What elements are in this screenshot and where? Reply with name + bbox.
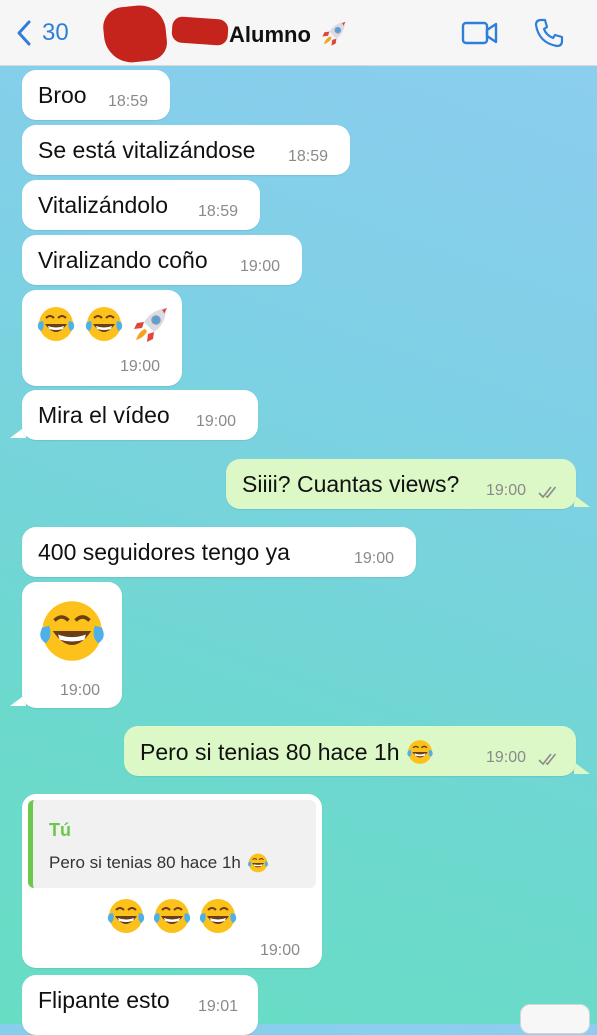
message-bubble[interactable]: Vitalizándolo 18:59 [22, 180, 260, 230]
message-text: Siiii? Cuantas views? [242, 471, 460, 497]
message-time: 18:59 [198, 203, 239, 220]
laughing-tears-icon [37, 596, 107, 666]
message-time: 19:01 [198, 998, 239, 1015]
message-text: Se está vitalizándose [38, 137, 256, 163]
message-time: 19:00 [354, 550, 395, 567]
message-bubble[interactable]: Viralizando coño 19:00 [22, 235, 302, 285]
message-time: 19:00 [60, 682, 101, 699]
bubble-tail [574, 495, 590, 507]
contact-name: Alumno [229, 22, 311, 47]
video-call-icon[interactable] [461, 20, 499, 46]
message-text: Viralizando coño [38, 247, 208, 273]
quote-text-content: Pero si tenias 80 hace 1h [49, 853, 241, 872]
quoted-message[interactable]: Tú Pero si tenias 80 hace 1h [28, 800, 316, 888]
laughing-tears-icon [406, 738, 434, 766]
redacted-name [171, 16, 229, 46]
message-time: 19:00 [486, 749, 527, 766]
quote-author: Tú [49, 820, 71, 840]
laughing-tears-icon [247, 852, 269, 874]
laughing-tears-icon [84, 304, 124, 344]
message-bubble[interactable]: Siiii? Cuantas views? 19:00 [226, 459, 576, 509]
message-text: Flipante esto [38, 987, 170, 1013]
chat-header: 30 Alumno [0, 0, 597, 66]
message-time: 19:00 [120, 358, 161, 375]
unread-count: 30 [42, 19, 69, 46]
phone-call-icon[interactable] [533, 17, 565, 49]
laughing-tears-icon [152, 896, 192, 936]
message-time: 18:59 [288, 148, 329, 165]
laughing-tears-icon [36, 304, 76, 344]
laughing-tears-icon [198, 896, 238, 936]
message-bubble[interactable]: Broo 18:59 [22, 70, 170, 120]
message-time: 18:59 [108, 93, 149, 110]
message-time: 19:00 [486, 482, 527, 499]
message-text: Mira el vídeo [38, 402, 170, 428]
rocket-icon [321, 19, 349, 47]
message-text-content: Pero si tenias 80 hace 1h [140, 738, 400, 765]
scroll-to-bottom-button[interactable] [520, 1004, 590, 1034]
message-time: 19:00 [196, 413, 237, 430]
message-text: Pero si tenias 80 hace 1h [140, 738, 434, 766]
message-bubble[interactable]: Se está vitalizándose 18:59 [22, 125, 350, 175]
message-text: Broo [38, 82, 87, 108]
message-bubble[interactable]: Flipante esto 19:01 [22, 975, 258, 1035]
quote-text: Pero si tenias 80 hace 1h [49, 852, 269, 874]
message-text: Vitalizándolo [38, 192, 169, 218]
reply-message-bubble[interactable]: Tú Pero si tenias 80 hace 1h 19:00 [22, 794, 322, 968]
message-bubble[interactable]: 400 seguidores tengo ya 19:00 [22, 527, 416, 577]
message-time: 19:00 [260, 942, 301, 959]
rocket-icon [132, 304, 172, 344]
back-button[interactable]: 30 [16, 16, 69, 50]
contact-name-area[interactable]: Alumno [229, 19, 349, 48]
message-text: 400 seguidores tengo ya [38, 539, 290, 565]
message-time: 19:00 [240, 258, 281, 275]
message-bubble[interactable]: 19:00 [22, 582, 122, 708]
message-bubble[interactable]: Mira el vídeo 19:00 [22, 390, 258, 440]
message-bubble[interactable]: Pero si tenias 80 hace 1h 19:00 [124, 726, 576, 776]
chevron-left-icon [17, 20, 31, 46]
laughing-tears-icon [106, 896, 146, 936]
redacted-avatar [101, 2, 169, 66]
message-bubble[interactable]: 19:00 [22, 290, 182, 386]
read-receipt-icon [538, 485, 560, 499]
bubble-tail [574, 762, 590, 774]
read-receipt-icon [538, 752, 560, 766]
